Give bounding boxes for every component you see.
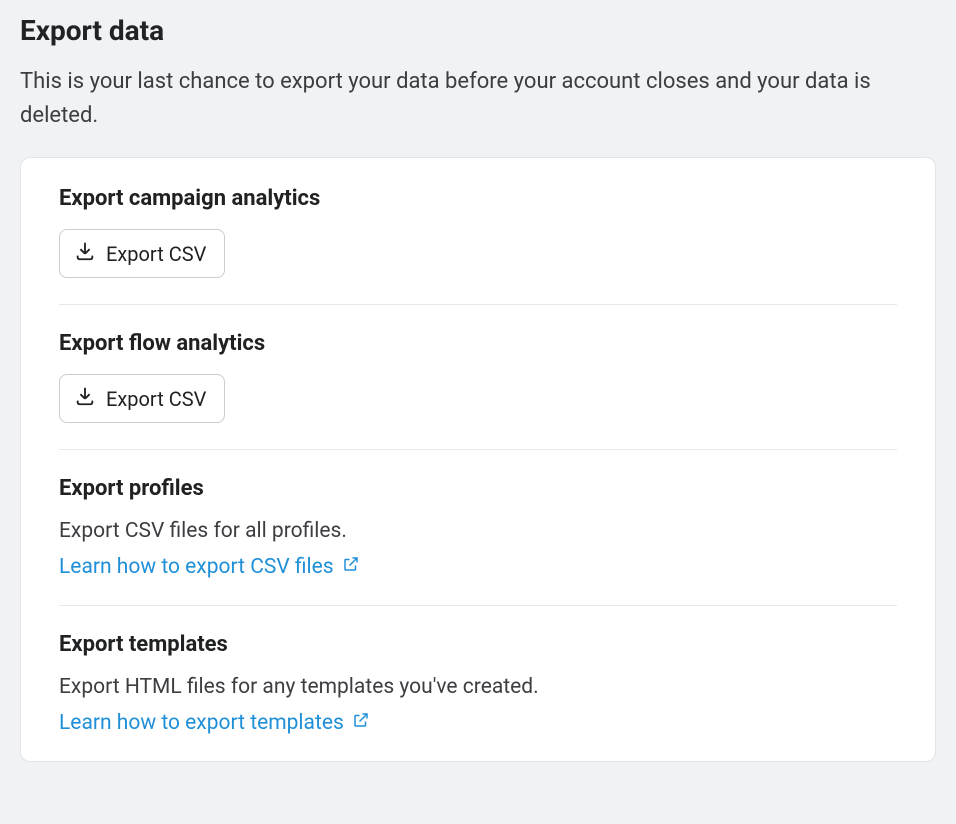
export-campaign-csv-label: Export CSV: [106, 242, 206, 266]
download-icon: [74, 240, 96, 267]
export-flow-csv-button[interactable]: Export CSV: [59, 374, 225, 423]
page-title: Export data: [20, 14, 936, 47]
external-link-icon: [342, 555, 360, 579]
section-title-profiles: Export profiles: [59, 476, 897, 501]
download-icon: [74, 385, 96, 412]
section-title-campaign: Export campaign analytics: [59, 186, 897, 211]
export-card: Export campaign analytics Export CSV Exp…: [20, 157, 936, 762]
export-flow-csv-label: Export CSV: [106, 387, 206, 411]
section-desc-templates: Export HTML files for any templates you'…: [59, 675, 897, 699]
section-title-flow: Export flow analytics: [59, 331, 897, 356]
learn-export-templates-link-label: Learn how to export templates: [59, 711, 344, 735]
section-templates: Export templates Export HTML files for a…: [59, 632, 897, 735]
learn-export-csv-link-label: Learn how to export CSV files: [59, 555, 334, 579]
export-campaign-csv-button[interactable]: Export CSV: [59, 229, 225, 278]
learn-export-csv-link[interactable]: Learn how to export CSV files: [59, 555, 360, 579]
section-desc-profiles: Export CSV files for all profiles.: [59, 519, 897, 543]
learn-export-templates-link[interactable]: Learn how to export templates: [59, 711, 370, 735]
section-title-templates: Export templates: [59, 632, 897, 657]
section-flow-analytics: Export flow analytics Export CSV: [59, 331, 897, 450]
page-subtitle: This is your last chance to export your …: [20, 65, 900, 133]
external-link-icon: [352, 711, 370, 735]
section-profiles: Export profiles Export CSV files for all…: [59, 476, 897, 606]
section-campaign-analytics: Export campaign analytics Export CSV: [59, 186, 897, 305]
